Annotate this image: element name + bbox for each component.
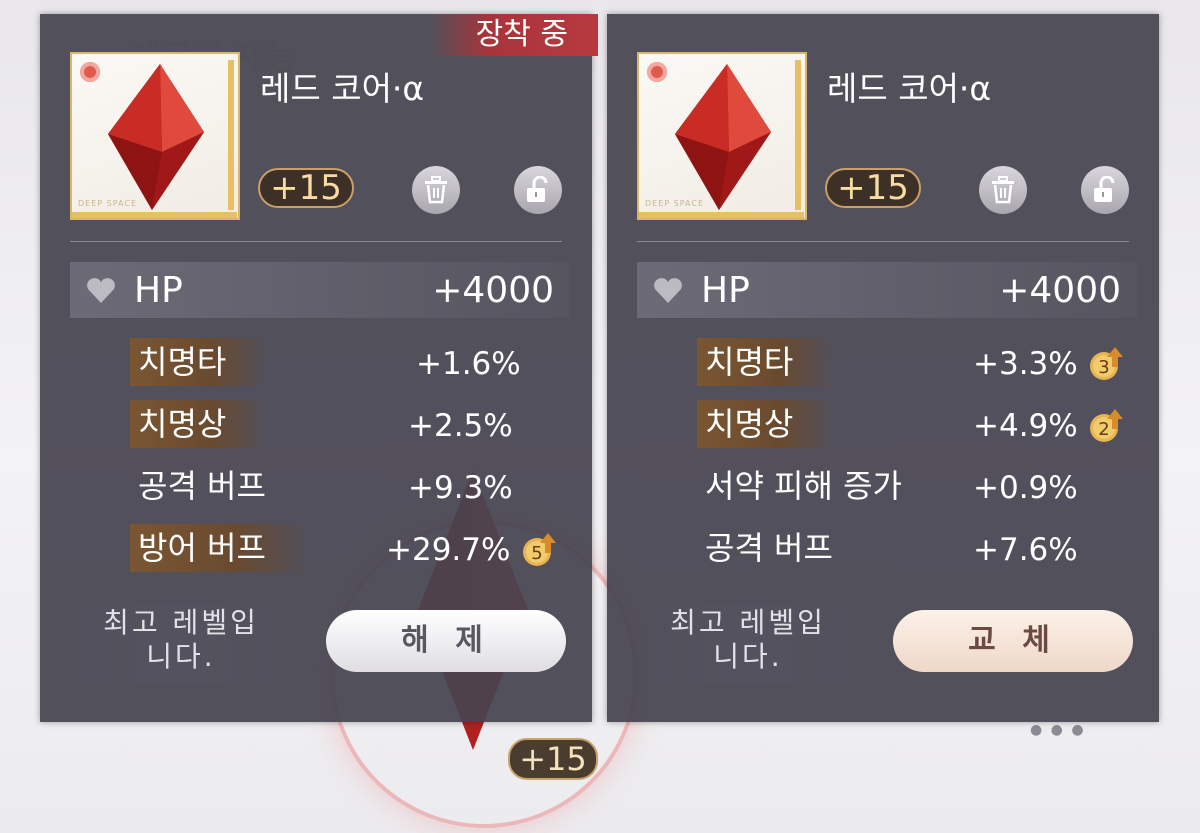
sub-stat-row: 공격 버프 +7.6% [697, 524, 1137, 574]
upgrade-count: 3 [1098, 357, 1109, 378]
sub-stat-value: +3.3% [973, 346, 1078, 382]
main-stat-label: HP [134, 270, 183, 311]
max-level-notice: 최고 레벨입 니다. [76, 606, 286, 682]
sub-stat-label: 치명타 [130, 338, 267, 386]
sub-stat-row: 방어 버프 +29.7% 5 [130, 524, 570, 574]
sub-stat-label: 방어 버프 [130, 524, 306, 572]
max-level-notice: 최고 레벨입 니다. [643, 606, 853, 682]
sub-stat-row: 치명상 +2.5% [130, 400, 570, 450]
sub-stat-row: 치명타 +1.6% [130, 338, 570, 388]
delete-button[interactable] [412, 166, 460, 214]
max-level-text-line: 니다. [713, 640, 783, 673]
gem-icon [108, 64, 204, 210]
item-card[interactable]: DEEP SPACE [70, 52, 240, 220]
background-level-badge: +15 [508, 738, 598, 780]
sub-stat-label: 공격 버프 [138, 467, 266, 505]
delete-button[interactable] [979, 166, 1027, 214]
upgrade-arrow-icon: 2 [1090, 409, 1123, 442]
sub-stat-value: +1.6% [416, 346, 521, 382]
sub-stat-value: +0.9% [973, 470, 1078, 506]
sub-stat-label: 서약 피해 증가 [705, 467, 902, 505]
lock-button[interactable] [514, 166, 562, 214]
item-name: 레드 코어·α [260, 69, 425, 108]
compare-item-panel: DEEP SPACE 레드 코어·α +15 HP +4000 치명타 +3.3… [607, 14, 1159, 722]
sub-stat-label: 치명상 [130, 400, 267, 448]
unlock-icon [1094, 176, 1115, 202]
upgrade-count: 2 [1098, 419, 1109, 440]
equipped-item-panel: 장착 중 DEEP SPACE 레드 코어·α +15 HP +4000 치명타… [40, 14, 598, 722]
trash-icon [425, 176, 447, 204]
sub-stat-label: 공격 버프 [705, 529, 833, 567]
upgrade-arrow-icon: 5 [523, 533, 556, 566]
upgrade-count: 5 [531, 543, 542, 564]
item-card[interactable]: DEEP SPACE [637, 52, 807, 220]
sub-stat-value: +7.6% [973, 532, 1078, 568]
item-name: 레드 코어·α [827, 69, 992, 108]
max-level-text-line: 니다. [146, 640, 216, 673]
heart-icon [654, 278, 682, 303]
sub-stat-row: 치명타 +3.3% 3 [697, 338, 1137, 388]
emblem-icon [647, 62, 667, 82]
sub-stat-row: 공격 버프 +9.3% [130, 462, 570, 512]
sub-stat-label: 치명상 [697, 400, 834, 448]
level-badge: +15 [258, 168, 354, 208]
main-stat-row: HP +4000 [637, 262, 1137, 318]
upgrade-arrow-icon: 3 [1090, 347, 1123, 380]
release-button[interactable]: 해 제 [326, 610, 566, 672]
max-level-text-line: 최고 레벨입 [103, 606, 259, 639]
main-stat-label: HP [701, 270, 750, 311]
replace-button[interactable]: 교 체 [893, 610, 1133, 672]
level-badge: +15 [825, 168, 921, 208]
sub-stat-row: 서약 피해 증가 +0.9% [697, 462, 1137, 512]
sub-stat-value: +29.7% [386, 532, 511, 568]
sub-stat-value: +2.5% [408, 408, 513, 444]
background-dots: ● ● ● [1030, 722, 1086, 738]
equipped-tag: 장착 중 [430, 14, 598, 56]
sub-stat-value: +9.3% [408, 470, 513, 506]
main-stat-value: +4000 [999, 270, 1121, 311]
emblem-icon [80, 62, 100, 82]
divider [637, 241, 1129, 242]
sub-stat-value: +4.9% [973, 408, 1078, 444]
sub-stat-label: 치명타 [697, 338, 834, 386]
heart-icon [87, 278, 115, 303]
sub-stat-row: 치명상 +4.9% 2 [697, 400, 1137, 450]
main-stat-value: +4000 [432, 270, 554, 311]
main-stat-row: HP +4000 [70, 262, 570, 318]
lock-button[interactable] [1081, 166, 1129, 214]
max-level-text-line: 최고 레벨입 [670, 606, 826, 639]
unlock-icon [527, 176, 548, 202]
gem-icon [675, 64, 771, 210]
divider [70, 241, 562, 242]
trash-icon [992, 176, 1014, 204]
